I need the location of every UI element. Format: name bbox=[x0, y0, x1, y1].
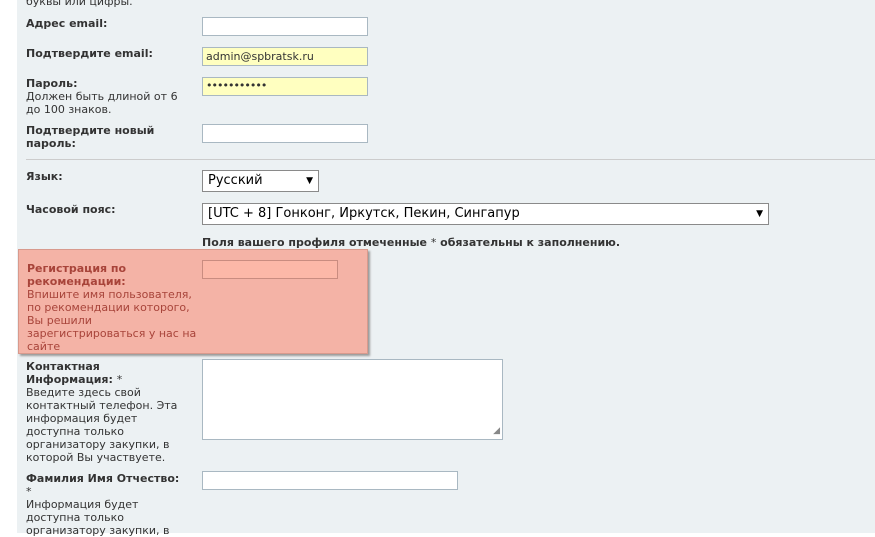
confirm-password-field[interactable] bbox=[202, 124, 368, 143]
fullname-label-block: Фамилия Имя Отчество: * Информация будет… bbox=[26, 472, 186, 537]
referral-field[interactable] bbox=[202, 260, 338, 279]
timezone-selected: [UTC + 8] Гонконг, Иркутск, Пекин, Синга… bbox=[208, 206, 520, 221]
fullname-desc: Информация будет доступна только организ… bbox=[26, 498, 170, 537]
required-note-text: Поля вашего профиля отмеченные bbox=[202, 236, 431, 249]
required-fields-note: Поля вашего профиля отмеченные * обязате… bbox=[202, 236, 620, 249]
confirm-password-label: Подтвердите новый пароль: bbox=[26, 124, 155, 150]
timezone-select[interactable]: [UTC + 8] Гонконг, Иркутск, Пекин, Синга… bbox=[202, 203, 769, 225]
contact-required-star: * bbox=[116, 373, 123, 386]
required-note-text-end: обязательны к заполнению. bbox=[436, 236, 621, 249]
password-desc: Должен быть длиной от 6 до 100 знаков. bbox=[26, 90, 178, 116]
dropdown-arrow-icon: ▼ bbox=[306, 176, 313, 186]
timezone-label: Часовой пояс: bbox=[26, 203, 116, 216]
password-field[interactable]: ••••••••••• bbox=[202, 77, 368, 96]
contact-label-line: Контактная Информация: * bbox=[26, 360, 186, 386]
email-field[interactable] bbox=[202, 17, 368, 36]
contact-textarea[interactable]: ◢ bbox=[202, 359, 503, 440]
referral-label-block: Регистрация по рекомендации: Впишите имя… bbox=[27, 262, 197, 353]
confirm-email-label: Подтвердите email: bbox=[26, 47, 153, 60]
section-divider bbox=[26, 159, 875, 160]
contact-label: Контактная Информация: bbox=[26, 360, 113, 386]
referral-highlight-box: Регистрация по рекомендации: Впишите имя… bbox=[18, 249, 368, 354]
fullname-field[interactable] bbox=[202, 471, 458, 490]
language-select[interactable]: Русский ▼ bbox=[202, 170, 319, 192]
language-selected: Русский bbox=[208, 173, 263, 188]
language-label: Язык: bbox=[26, 170, 63, 183]
email-label: Адрес email: bbox=[26, 17, 108, 30]
password-label-block: Пароль: Должен быть длиной от 6 до 100 з… bbox=[26, 77, 186, 116]
resize-grip-icon[interactable]: ◢ bbox=[493, 425, 500, 438]
confirm-email-field[interactable] bbox=[202, 47, 368, 66]
contact-desc: Введите здесь свой контактный телефон. Э… bbox=[26, 386, 178, 464]
fullname-required-star: * bbox=[26, 485, 32, 498]
contact-label-block: Контактная Информация: * Введите здесь с… bbox=[26, 360, 186, 464]
fullname-label: Фамилия Имя Отчество: bbox=[26, 472, 180, 485]
previous-field-desc: буквы или цифры. bbox=[26, 0, 133, 8]
referral-desc: Впишите имя пользователя, по рекомендаци… bbox=[27, 288, 197, 353]
referral-label: Регистрация по рекомендации: bbox=[27, 262, 127, 288]
password-label: Пароль: bbox=[26, 77, 78, 90]
dropdown-arrow-icon: ▼ bbox=[756, 209, 763, 219]
